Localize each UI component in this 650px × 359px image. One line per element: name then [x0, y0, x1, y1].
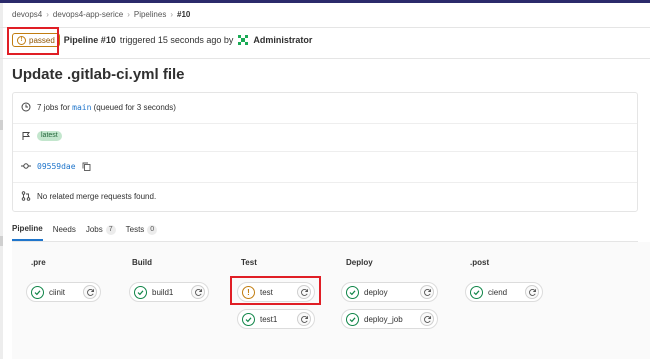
row-divider: [13, 151, 637, 152]
job-ciinit[interactable]: ciinit: [26, 282, 101, 302]
sidebar-edge: [0, 3, 3, 359]
retry-icon[interactable]: [420, 285, 434, 299]
pipeline-graph: [12, 242, 650, 359]
pipeline-tabs: Pipeline Needs Jobs 7 Tests 0: [12, 224, 158, 241]
chevron-right-icon: ›: [170, 10, 173, 19]
jobs-count-text: 7 jobs for: [37, 102, 70, 112]
page-title: Update .gitlab-ci.yml file: [12, 66, 185, 83]
job-deploy-job[interactable]: deploy_job: [341, 309, 438, 329]
tests-count-badge: 0: [147, 224, 158, 235]
jobs-info-row: 7 jobs for main (queued for 3 seconds): [21, 102, 176, 112]
job-test1[interactable]: test1: [237, 309, 315, 329]
stage-title-build: Build: [132, 258, 152, 267]
stage-title-deploy: Deploy: [346, 258, 373, 267]
tab-pipeline[interactable]: Pipeline: [12, 224, 43, 241]
user-name[interactable]: Administrator: [253, 35, 312, 45]
retry-icon[interactable]: [297, 312, 311, 326]
job-name: deploy: [364, 287, 388, 297]
job-ciend[interactable]: ciend: [465, 282, 543, 302]
chevron-right-icon: ›: [127, 10, 130, 19]
tab-jobs[interactable]: Jobs 7: [86, 224, 116, 241]
pipeline-info-box: 7 jobs for main (queued for 3 seconds) l…: [12, 92, 638, 212]
success-icon: [31, 285, 44, 299]
user-avatar[interactable]: [237, 34, 250, 46]
tab-label: Needs: [52, 225, 76, 234]
breadcrumb-item-project[interactable]: devops4-app-serice: [53, 10, 123, 19]
commit-icon: [21, 163, 31, 169]
job-name: test1: [260, 314, 278, 324]
breadcrumb-item-group[interactable]: devops4: [12, 10, 42, 19]
avatar-icon: [237, 34, 250, 46]
commit-row: 09559dae: [21, 161, 91, 171]
merge-request-icon: [21, 191, 31, 201]
success-icon: [346, 285, 359, 299]
breadcrumb-item-current[interactable]: #10: [177, 10, 190, 19]
row-divider: [13, 182, 637, 183]
breadcrumb: devops4 › devops4-app-serice › Pipelines…: [12, 10, 190, 19]
job-name: ciend: [488, 287, 508, 297]
success-icon: [346, 312, 359, 326]
chevron-right-icon: ›: [46, 10, 49, 19]
merge-requests-text: No related merge requests found.: [37, 191, 157, 201]
queued-text: (queued for 3 seconds): [93, 102, 176, 112]
branch-link[interactable]: main: [72, 103, 91, 112]
breadcrumb-item-pipelines[interactable]: Pipelines: [134, 10, 166, 19]
tab-label: Jobs: [85, 225, 103, 234]
triggered-text: triggered 15 seconds ago by: [119, 35, 234, 45]
retry-icon[interactable]: [191, 285, 205, 299]
success-icon: [470, 285, 483, 299]
retry-icon[interactable]: [420, 312, 434, 326]
sidebar-edge-mark: [0, 236, 3, 246]
job-deploy[interactable]: deploy: [341, 282, 438, 302]
flag-icon: [22, 132, 30, 140]
retry-icon[interactable]: [525, 285, 539, 299]
status-highlight-box: [7, 27, 59, 55]
tags-row: latest: [21, 131, 62, 141]
job-build1[interactable]: build1: [129, 282, 209, 302]
merge-requests-row: No related merge requests found.: [21, 191, 156, 201]
tab-needs[interactable]: Needs: [53, 224, 76, 241]
job-name: deploy_job: [364, 314, 403, 324]
job-highlight-box: [230, 276, 321, 305]
tab-tests[interactable]: Tests 0: [126, 224, 158, 241]
stage-title-post: .post: [470, 258, 490, 267]
top-navbar-strip: [0, 0, 650, 3]
success-icon: [134, 285, 147, 299]
sidebar-edge-mark: [0, 120, 3, 130]
copy-icon[interactable]: [82, 162, 91, 171]
latest-badge: latest: [37, 131, 62, 141]
stage-title-test: Test: [241, 258, 257, 267]
commit-sha-link[interactable]: 09559dae: [37, 162, 76, 171]
header-divider: [0, 27, 650, 28]
tab-label: Pipeline: [12, 224, 43, 233]
job-name: build1: [152, 287, 174, 297]
row-divider: [13, 123, 637, 124]
retry-icon[interactable]: [83, 285, 97, 299]
pipeline-id: Pipeline #10: [63, 35, 116, 45]
clock-icon: [21, 102, 31, 112]
job-name: ciinit: [49, 287, 66, 297]
tab-label: Tests: [125, 225, 145, 234]
status-divider: [0, 58, 650, 59]
jobs-count-badge: 7: [105, 224, 116, 235]
stage-title-pre: .pre: [31, 258, 46, 267]
success-icon: [242, 312, 255, 326]
